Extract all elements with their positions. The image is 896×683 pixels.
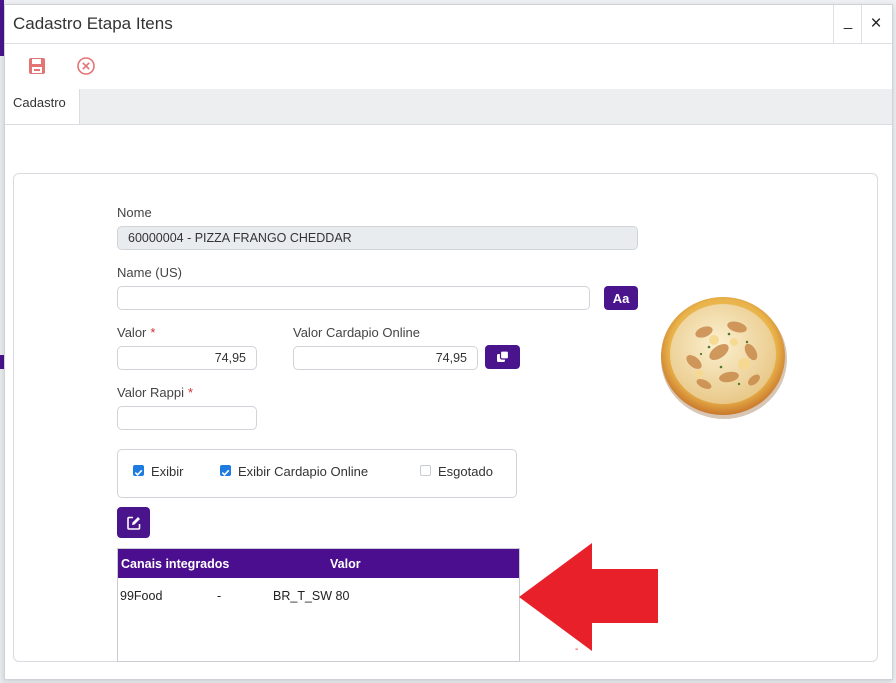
cancel-icon[interactable] <box>75 55 97 77</box>
minimize-button[interactable]: _ <box>833 5 862 43</box>
form-panel: Nome 60000004 - PIZZA FRANGO CHEDDAR Nam… <box>13 173 878 662</box>
tab-bar: Cadastro <box>5 89 892 125</box>
exibir-label: Exibir <box>151 464 184 479</box>
cell-canal: 99Food <box>120 589 163 603</box>
copy-button[interactable] <box>485 345 520 369</box>
name-us-field[interactable] <box>117 286 590 310</box>
valor-cardapio-label: Valor Cardapio Online <box>293 325 420 340</box>
edit-icon <box>126 516 140 530</box>
column-header-canais[interactable]: Canais integrados <box>121 557 229 571</box>
valor-field[interactable]: 74,95 <box>117 346 257 370</box>
cell-separator: - <box>217 589 222 603</box>
exibir-cardapio-label: Exibir Cardapio Online <box>238 464 369 479</box>
cell-codigo: BR_T_SW 80 <box>273 589 350 603</box>
close-button[interactable]: × <box>861 5 890 43</box>
red-arrow-annotation <box>519 543 658 651</box>
esgotado-checkbox[interactable] <box>420 465 431 476</box>
column-header-valor[interactable]: Valor <box>330 557 361 571</box>
translate-button[interactable]: Aa <box>604 286 638 310</box>
valor-label: Valor * <box>117 325 156 340</box>
table-row[interactable]: 99Food - BR_T_SW 80 <box>118 579 519 607</box>
options-group: Exibir Exibir Cardapio Online Esgotado <box>117 449 517 498</box>
valor-rappi-field[interactable] <box>117 406 257 430</box>
edit-button[interactable] <box>117 507 150 538</box>
check-icon <box>221 469 230 476</box>
channels-grid: Canais integrados Valor 99Food - BR_T_SW… <box>117 548 520 662</box>
grid-header: Canais integrados Valor <box>118 549 519 578</box>
exibir-checkbox[interactable] <box>133 465 144 476</box>
toolbar <box>5 44 892 89</box>
minimize-icon: _ <box>843 12 853 30</box>
esgotado-label: Esgotado <box>438 464 493 479</box>
close-icon: × <box>870 13 882 34</box>
name-us-label: Name (US) <box>117 265 183 280</box>
window-title: Cadastro Etapa Itens <box>13 14 173 33</box>
valor-rappi-label: Valor Rappi * <box>117 385 194 400</box>
copy-icon <box>496 350 509 362</box>
title-bar: Cadastro Etapa Itens _ × <box>5 5 892 44</box>
nome-label: Nome <box>117 205 152 220</box>
save-icon[interactable] <box>26 55 48 77</box>
check-icon <box>134 469 143 476</box>
pizza-image <box>661 297 787 419</box>
dialog-window: Cadastro Etapa Itens _ × Cadastro Nome 6… <box>4 4 893 680</box>
valor-cardapio-field[interactable]: 74,95 <box>293 346 478 370</box>
nome-field: 60000004 - PIZZA FRANGO CHEDDAR <box>117 226 638 250</box>
exibir-cardapio-checkbox[interactable] <box>220 465 231 476</box>
annotation-marker: - <box>575 644 579 655</box>
tab-cadastro[interactable]: Cadastro <box>5 89 80 124</box>
